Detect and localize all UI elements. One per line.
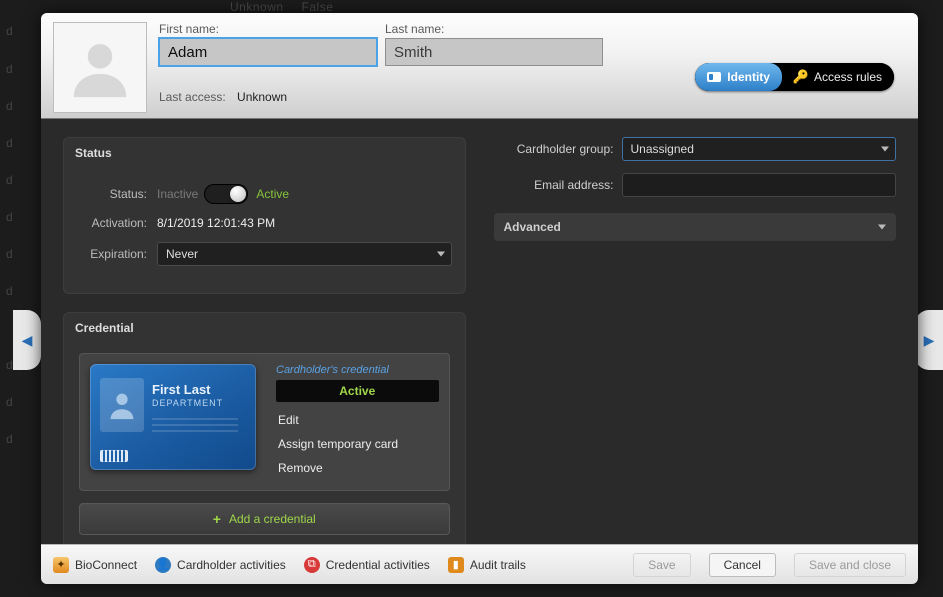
advanced-toggle[interactable]: Advanced bbox=[494, 213, 897, 241]
last-access: Last access: Unknown bbox=[159, 90, 906, 104]
credential-activities-link[interactable]: ⧉ Credential activities bbox=[304, 557, 430, 573]
add-credential-button[interactable]: + Add a credential bbox=[79, 503, 450, 535]
email-label: Email address: bbox=[494, 178, 614, 192]
footer: ✦ BioConnect 👤 Cardholder activities ⧉ C… bbox=[41, 544, 918, 584]
credential-item: First Last DEPARTMENT Cardholder's crede… bbox=[79, 353, 450, 491]
chevron-down-icon bbox=[878, 225, 886, 230]
tab-identity[interactable]: Identity bbox=[695, 63, 782, 91]
status-toggle[interactable] bbox=[204, 184, 248, 204]
audit-icon: ▮ bbox=[448, 557, 464, 573]
expiration-label: Expiration: bbox=[77, 247, 147, 261]
person-icon bbox=[65, 33, 135, 103]
credential-edit[interactable]: Edit bbox=[276, 408, 439, 432]
active-label: Active bbox=[256, 187, 289, 201]
activation-value: 8/1/2019 12:01:43 PM bbox=[157, 216, 452, 230]
email-input[interactable] bbox=[622, 173, 897, 197]
expiration-select[interactable]: Never bbox=[157, 242, 452, 266]
credential-title: Credential bbox=[63, 312, 466, 341]
credential-subtitle: Cardholder's credential bbox=[276, 364, 439, 376]
inactive-label: Inactive bbox=[157, 187, 198, 201]
background-header: UnknownFalse bbox=[230, 0, 351, 14]
identity-icon bbox=[707, 70, 721, 84]
cardholder-group-select[interactable]: Unassigned bbox=[622, 137, 897, 161]
tab-switcher: Identity 🔑 Access rules bbox=[695, 63, 894, 91]
plus-icon: + bbox=[213, 511, 221, 527]
person-icon: 👤 bbox=[155, 557, 171, 573]
status-group: Status Status: Inactive Active Activatio… bbox=[63, 137, 466, 294]
chevron-down-icon bbox=[881, 147, 889, 152]
credential-assign-temp[interactable]: Assign temporary card bbox=[276, 432, 439, 456]
save-and-close-button[interactable]: Save and close bbox=[794, 553, 906, 577]
credential-card-image[interactable]: First Last DEPARTMENT bbox=[90, 364, 256, 470]
status-label: Status: bbox=[77, 187, 147, 201]
save-button[interactable]: Save bbox=[633, 553, 690, 577]
bioconnect-link[interactable]: ✦ BioConnect bbox=[53, 557, 137, 573]
next-record-button[interactable]: ▶ bbox=[915, 310, 943, 370]
cardholder-activities-link[interactable]: 👤 Cardholder activities bbox=[155, 557, 286, 573]
first-name-input[interactable] bbox=[159, 38, 377, 66]
cardholder-group-label: Cardholder group: bbox=[494, 142, 614, 156]
credential-group: Credential First Last DEPARTMENT bbox=[63, 312, 466, 544]
activation-label: Activation: bbox=[77, 216, 147, 230]
last-name-label: Last name: bbox=[385, 22, 603, 36]
tab-access-rules[interactable]: 🔑 Access rules bbox=[782, 63, 894, 91]
prev-record-button[interactable]: ◀ bbox=[13, 310, 41, 370]
credential-remove[interactable]: Remove bbox=[276, 456, 439, 480]
avatar[interactable] bbox=[53, 22, 147, 113]
audit-trails-link[interactable]: ▮ Audit trails bbox=[448, 557, 526, 573]
barcode-icon bbox=[100, 450, 128, 462]
person-icon bbox=[105, 385, 139, 425]
status-title: Status bbox=[63, 137, 466, 166]
key-icon: 🔑 bbox=[794, 70, 808, 84]
credential-icon: ⧉ bbox=[304, 557, 320, 573]
cardholder-panel: First name: Last name: Last access: Unkn… bbox=[41, 13, 918, 584]
last-name-input[interactable] bbox=[385, 38, 603, 66]
bioconnect-icon: ✦ bbox=[53, 557, 69, 573]
chevron-down-icon bbox=[437, 252, 445, 257]
header: First name: Last name: Last access: Unkn… bbox=[41, 13, 918, 119]
credential-status: Active bbox=[276, 380, 439, 402]
first-name-label: First name: bbox=[159, 22, 377, 36]
cancel-button[interactable]: Cancel bbox=[709, 553, 776, 577]
